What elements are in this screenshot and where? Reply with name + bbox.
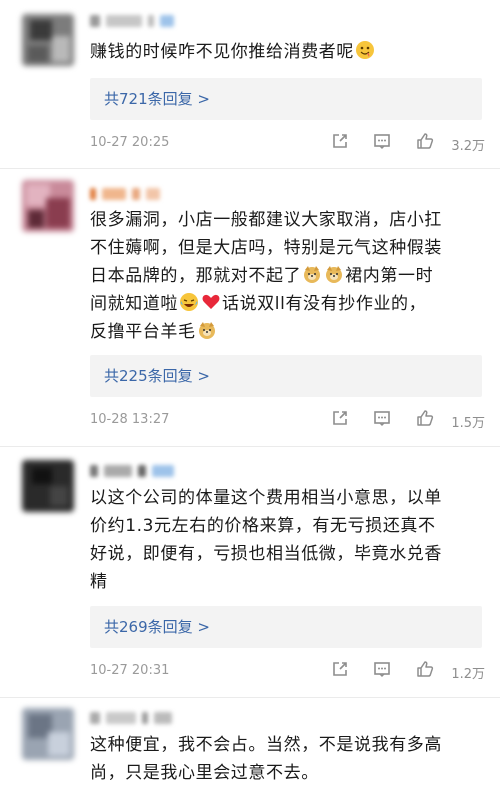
- replies-link[interactable]: 共721条回复 >: [90, 78, 482, 120]
- doge-emoji: [326, 266, 343, 283]
- username-blurred[interactable]: [90, 707, 178, 727]
- avatar[interactable]: [22, 708, 74, 760]
- laughing-tears-emoji: [180, 293, 198, 311]
- avatar[interactable]: [22, 14, 74, 66]
- comment-text: 这种便宜，我不会占。当然，不是说我有多高 尚，只是我心里会过意不去。: [90, 735, 442, 783]
- username-blurred[interactable]: [90, 10, 180, 30]
- comment-meta: 10-27 20:31 1.2万: [90, 659, 485, 683]
- like-icon[interactable]: [415, 659, 435, 679]
- comment-icon[interactable]: [372, 131, 392, 151]
- like-count: 3.2万: [451, 139, 485, 154]
- drooling-face-emoji: [356, 41, 374, 59]
- share-icon[interactable]: [330, 408, 350, 428]
- doge-emoji: [198, 322, 215, 339]
- divider: [0, 697, 500, 698]
- divider: [0, 446, 500, 447]
- like-count: 1.5万: [451, 416, 485, 431]
- like-icon[interactable]: [415, 408, 435, 428]
- username-blurred[interactable]: [90, 460, 180, 480]
- comment-meta: 10-27 20:25 3.2万: [90, 131, 485, 155]
- replies-link[interactable]: 共225条回复 >: [90, 355, 482, 397]
- timestamp: 10-27 20:25: [90, 135, 170, 150]
- red-heart-emoji: [202, 294, 220, 309]
- avatar[interactable]: [22, 460, 74, 512]
- comment-text: 很多漏洞，小店一般都建议大家取消，店小扛 不住薅啊，但是大店吗，特别是元气这种假…: [90, 210, 442, 342]
- doge-emoji: [304, 266, 321, 283]
- comment-icon[interactable]: [372, 659, 392, 679]
- timestamp: 10-28 13:27: [90, 412, 170, 427]
- username-blurred[interactable]: [90, 183, 166, 203]
- timestamp: 10-27 20:31: [90, 663, 170, 678]
- comment-icon[interactable]: [372, 408, 392, 428]
- comment-meta: 10-28 13:27 1.5万: [90, 408, 485, 432]
- share-icon[interactable]: [330, 131, 350, 151]
- avatar[interactable]: [22, 180, 74, 232]
- share-icon[interactable]: [330, 659, 350, 679]
- like-icon[interactable]: [415, 131, 435, 151]
- comment-text: 以这个公司的体量这个费用相当小意思，以单 价约1.3元左右的价格来算，有无亏损还…: [90, 488, 442, 592]
- divider: [0, 168, 500, 169]
- comment-text: 赚钱的时候咋不见你推给消费者呢: [90, 38, 490, 66]
- replies-link[interactable]: 共269条回复 >: [90, 606, 482, 648]
- like-count: 1.2万: [451, 667, 485, 682]
